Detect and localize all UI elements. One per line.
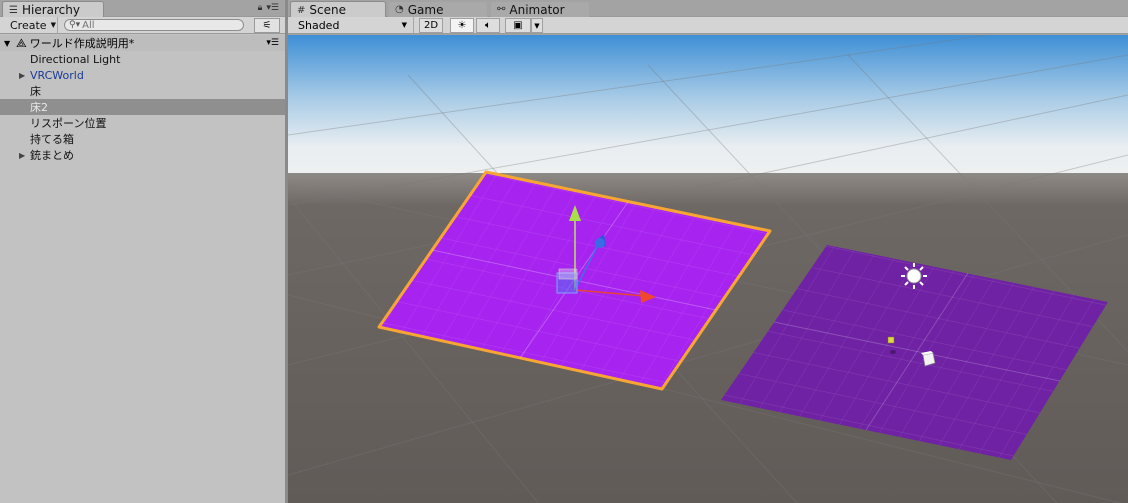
animator-icon: ⚯ — [497, 4, 506, 15]
scene-menu-icon[interactable]: ▾☰ — [266, 38, 279, 48]
filter-button[interactable]: ⚟ — [254, 18, 280, 33]
shading-mode-value: Shaded — [298, 18, 340, 32]
hierarchy-item-label: 床2 — [30, 101, 48, 114]
tab-animator-label: Animator — [509, 2, 565, 17]
hierarchy-item-label: 床 — [30, 85, 41, 98]
expand-arrow-icon[interactable]: ▶ — [19, 71, 25, 80]
scene-name: ワールド作成説明用* — [29, 37, 135, 50]
image-icon: ▣ — [513, 20, 523, 31]
pacman-icon: ◔ — [395, 4, 404, 15]
dropdown-arrow-icon: ▼ — [534, 21, 540, 30]
hierarchy-tree: Directional Light ▶ VRCWorld 床床2 リスポーン位置 持てる箱… — [0, 51, 285, 163]
tabbar-icons: 🔒︎ ▾☰ — [258, 3, 279, 13]
tab-hierarchy-label: Hierarchy — [21, 3, 80, 17]
lock-icon[interactable]: 🔒︎ — [258, 3, 263, 13]
unity-scene-icon: ⟁ — [16, 35, 27, 50]
effects-dropdown-button[interactable]: ▼ — [531, 18, 543, 33]
hierarchy-item-label: 銃まとめ — [30, 149, 74, 162]
2d-toggle-button[interactable]: 2D — [419, 18, 443, 33]
hierarchy-tabbar: ☰ Hierarchy 🔒︎ ▾☰ — [0, 0, 285, 18]
search-icon: ⚲▾ — [69, 20, 81, 30]
search-box[interactable]: ⚲▾ — [64, 19, 244, 31]
speaker-icon: 🔈︎ — [485, 20, 491, 31]
list-icon: ☰ — [9, 4, 18, 16]
hierarchy-item[interactable]: ▶ 銃まとめ — [0, 147, 285, 163]
hierarchy-item-label: 持てる箱 — [30, 133, 74, 146]
scene-root-row[interactable]: ▼ ⟁ ワールド作成説明用* ▾☰ — [0, 35, 285, 51]
filter-icon: ⚟ — [262, 20, 272, 31]
tab-scene-label: Scene — [309, 3, 346, 17]
audio-toggle-button[interactable]: 🔈︎ — [476, 18, 500, 33]
tab-animator[interactable]: ⚯ Animator — [490, 1, 590, 17]
hierarchy-item[interactable]: 床 — [0, 83, 285, 99]
sky — [288, 35, 1128, 175]
hierarchy-item[interactable]: 床2 — [0, 99, 285, 115]
create-button-label: Create — [10, 18, 47, 32]
hierarchy-item[interactable]: Directional Light — [0, 51, 285, 67]
collapse-arrow-icon[interactable]: ▼ — [4, 39, 14, 48]
lighting-toggle-button[interactable]: ☀ — [450, 18, 474, 33]
tab-game[interactable]: ◔ Game — [388, 1, 488, 17]
tab-game-label: Game — [407, 2, 444, 17]
hierarchy-toolbar: Create ▼ ⚲▾ ⚟ — [0, 17, 285, 34]
2d-toggle-label: 2D — [423, 20, 439, 31]
hierarchy-item[interactable]: 持てる箱 — [0, 131, 285, 147]
hierarchy-item[interactable]: ▶ VRCWorld — [0, 67, 285, 83]
effects-toggle-button[interactable]: ▣ — [505, 18, 531, 33]
hierarchy-item-label: リスポーン位置 — [30, 117, 107, 130]
tab-hierarchy[interactable]: ☰ Hierarchy — [2, 1, 104, 18]
scene-tabbar: # Scene ◔ Game ⚯ Animator — [288, 0, 1128, 18]
dropdown-arrow-icon: ▼ — [50, 21, 56, 29]
create-button[interactable]: Create ▼ — [4, 17, 58, 33]
search-input[interactable] — [82, 19, 233, 31]
scene-panel: # Scene ◔ Game ⚯ Animator Shaded ▼ 2D ☀ … — [288, 0, 1128, 503]
grid-icon: # — [297, 4, 306, 16]
hierarchy-item[interactable]: リスポーン位置 — [0, 115, 285, 131]
dropdown-arrow-icon: ▼ — [401, 21, 407, 29]
sun-icon: ☀ — [457, 20, 467, 31]
scene-viewport[interactable] — [288, 35, 1128, 503]
hierarchy-item-label: Directional Light — [30, 52, 121, 66]
scene-toolbar: Shaded ▼ 2D ☀ 🔈︎ ▣ ▼ — [288, 17, 1128, 34]
shading-mode-select[interactable]: Shaded ▼ — [292, 17, 414, 33]
hierarchy-panel: ☰ Hierarchy 🔒︎ ▾☰ Create ▼ ⚲▾ ⚟ ▼ ⟁ ワールド… — [0, 0, 285, 503]
expand-arrow-icon[interactable]: ▶ — [19, 151, 25, 160]
panel-menu-icon[interactable]: ▾☰ — [266, 3, 279, 13]
tab-scene[interactable]: # Scene — [290, 1, 386, 18]
hierarchy-item-label: VRCWorld — [30, 68, 84, 82]
